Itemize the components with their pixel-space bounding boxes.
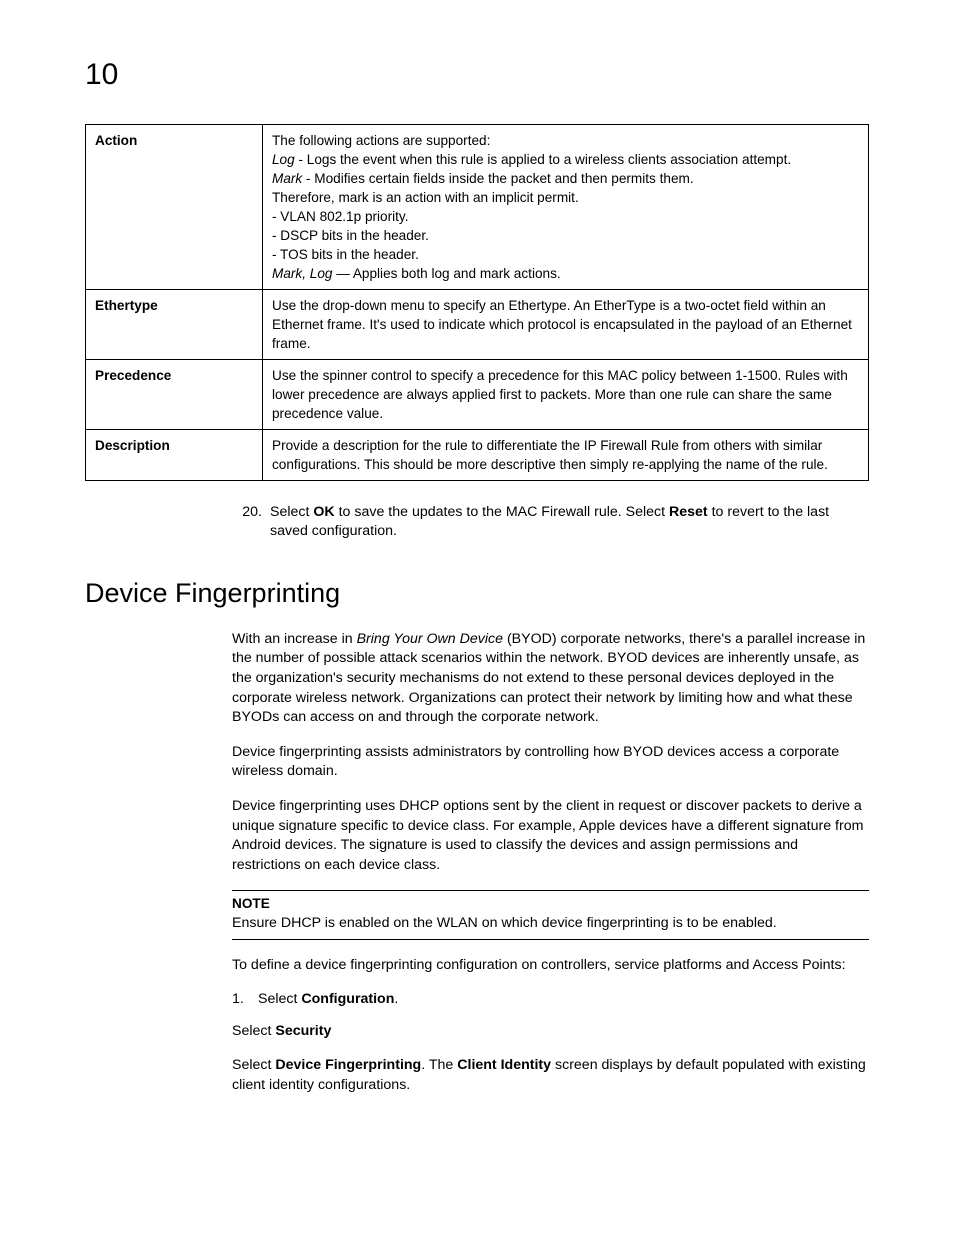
step-1: 1. Select Configuration. [232,990,869,1009]
chapter-number: 10 [85,55,869,96]
desc-cell: Use the drop-down menu to specify an Eth… [263,289,869,359]
table-row: EthertypeUse the drop-down menu to speci… [86,289,869,359]
table-row: ActionThe following actions are supporte… [86,124,869,289]
definitions-table: ActionThe following actions are supporte… [85,124,869,482]
table-row: DescriptionProvide a description for the… [86,429,869,480]
step-1-number: 1. [232,990,258,1009]
step-1-text: Select Configuration. [258,990,398,1009]
desc-cell: Use the spinner control to specify a pre… [263,359,869,429]
paragraph-2: Device fingerprinting assists administra… [232,743,869,782]
paragraph-3: Device fingerprinting uses DHCP options … [232,797,869,875]
table-row: PrecedenceUse the spinner control to spe… [86,359,869,429]
step-fingerprinting: Select Device Fingerprinting. The Client… [232,1056,869,1095]
term-cell: Action [86,124,263,289]
note-block: NOTE Ensure DHCP is enabled on the WLAN … [232,890,869,940]
note-text: Ensure DHCP is enabled on the WLAN on wh… [232,915,777,931]
step-security: Select Security [232,1022,869,1042]
term-cell: Ethertype [86,289,263,359]
note-label: NOTE [232,895,869,913]
desc-cell: The following actions are supported:Log … [263,124,869,289]
section-heading: Device Fingerprinting [85,575,869,611]
page: 10 ActionThe following actions are suppo… [0,0,954,1235]
paragraph-after-note: To define a device fingerprinting config… [232,956,869,976]
step-text: Select OK to save the updates to the MAC… [270,503,869,541]
term-cell: Precedence [86,359,263,429]
desc-cell: Provide a description for the rule to di… [263,429,869,480]
step-20: 20. Select OK to save the updates to the… [232,503,869,541]
term-cell: Description [86,429,263,480]
body-content: 20. Select OK to save the updates to the… [232,503,869,541]
step-number: 20. [232,503,270,541]
paragraph-1: With an increase in Bring Your Own Devic… [232,630,869,728]
section-body: With an increase in Bring Your Own Devic… [232,630,869,1096]
